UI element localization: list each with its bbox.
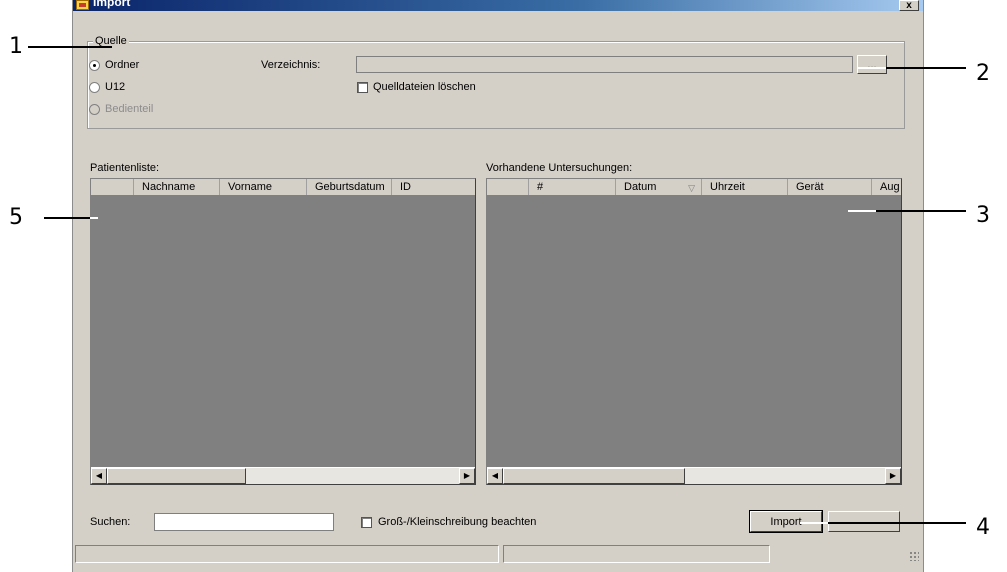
patient-list[interactable]: Nachname Vorname Geburtsdatum ID ◀ ▶ <box>90 178 476 485</box>
callout-4-line-inner <box>800 522 828 524</box>
column-header-number[interactable]: # <box>529 179 616 195</box>
column-header-auge[interactable]: Aug <box>872 179 901 195</box>
column-header-id[interactable]: ID <box>392 179 475 195</box>
status-panel-middle <box>503 545 770 563</box>
directory-label: Verzeichnis: <box>261 59 321 71</box>
radio-ordner-label[interactable]: Ordner <box>105 59 139 71</box>
search-input[interactable] <box>154 513 334 531</box>
status-bar <box>73 545 923 565</box>
callout-5-line <box>44 217 92 219</box>
window-title: Import <box>93 0 131 9</box>
delete-source-checkbox[interactable] <box>357 82 368 93</box>
scroll-thumb[interactable] <box>107 468 246 484</box>
delete-source-label[interactable]: Quelldateien löschen <box>373 81 476 93</box>
import-window: Import x Quelle Ordner U12 Bedienteil Ve… <box>72 0 924 572</box>
patient-list-header: Nachname Vorname Geburtsdatum ID <box>91 179 475 195</box>
search-label: Suchen: <box>90 516 131 528</box>
case-sensitive-label[interactable]: Groß-/Kleinschreibung beachten <box>378 516 536 528</box>
patient-list-hscrollbar[interactable]: ◀ ▶ <box>91 467 475 484</box>
examinations-label: Vorhandene Untersuchungen: <box>486 162 633 174</box>
radio-u12-label[interactable]: U12 <box>105 81 125 93</box>
directory-field[interactable] <box>356 56 853 73</box>
callout-2: 2 <box>976 61 990 86</box>
callout-5-line-inner <box>90 217 98 219</box>
patient-list-label: Patientenliste: <box>90 162 160 174</box>
app-icon <box>76 0 89 10</box>
column-header-datum-label: Datum <box>624 181 657 193</box>
callout-3-line-inner <box>848 210 876 212</box>
callout-1-line <box>28 46 112 48</box>
examinations-list[interactable]: # Datum ▽ Uhrzeit Gerät Aug ◀ ▶ <box>486 178 902 485</box>
callout-4: 4 <box>976 515 990 540</box>
resize-grip-icon[interactable] <box>909 551 919 561</box>
sort-descending-icon: ▽ <box>688 183 695 193</box>
callout-5: 5 <box>9 205 23 230</box>
column-header-nachname[interactable]: Nachname <box>134 179 220 195</box>
radio-ordner[interactable] <box>89 60 100 71</box>
examinations-hscrollbar[interactable]: ◀ ▶ <box>487 467 901 484</box>
title-bar[interactable]: Import x <box>73 0 923 11</box>
callout-4-line <box>828 522 966 524</box>
callout-3-line <box>876 210 966 212</box>
callout-1: 1 <box>9 34 23 59</box>
scroll-right-arrow-icon[interactable]: ▶ <box>459 468 475 484</box>
radio-u12[interactable] <box>89 82 100 93</box>
scroll-left-arrow-icon[interactable]: ◀ <box>91 468 107 484</box>
column-header[interactable] <box>91 179 134 195</box>
scroll-thumb[interactable] <box>503 468 685 484</box>
status-panel-left <box>75 545 499 563</box>
callout-2-line <box>886 67 966 69</box>
column-header[interactable] <box>487 179 529 195</box>
scroll-right-arrow-icon[interactable]: ▶ <box>885 468 901 484</box>
column-header-vorname[interactable]: Vorname <box>220 179 307 195</box>
column-header-geburtsdatum[interactable]: Geburtsdatum <box>307 179 392 195</box>
radio-bedienteil <box>89 104 100 115</box>
column-header-datum[interactable]: Datum ▽ <box>616 179 702 195</box>
close-button[interactable]: x <box>899 0 919 11</box>
scroll-left-arrow-icon[interactable]: ◀ <box>487 468 503 484</box>
examinations-list-header: # Datum ▽ Uhrzeit Gerät Aug <box>487 179 901 195</box>
callout-2-line-inner <box>858 67 886 69</box>
column-header-uhrzeit[interactable]: Uhrzeit <box>702 179 788 195</box>
case-sensitive-checkbox[interactable] <box>361 517 372 528</box>
column-header-geraet[interactable]: Gerät <box>788 179 872 195</box>
radio-bedienteil-label: Bedienteil <box>105 103 154 115</box>
source-groupbox <box>87 41 905 129</box>
callout-3: 3 <box>976 203 990 228</box>
browse-button[interactable]: ... <box>857 55 887 74</box>
